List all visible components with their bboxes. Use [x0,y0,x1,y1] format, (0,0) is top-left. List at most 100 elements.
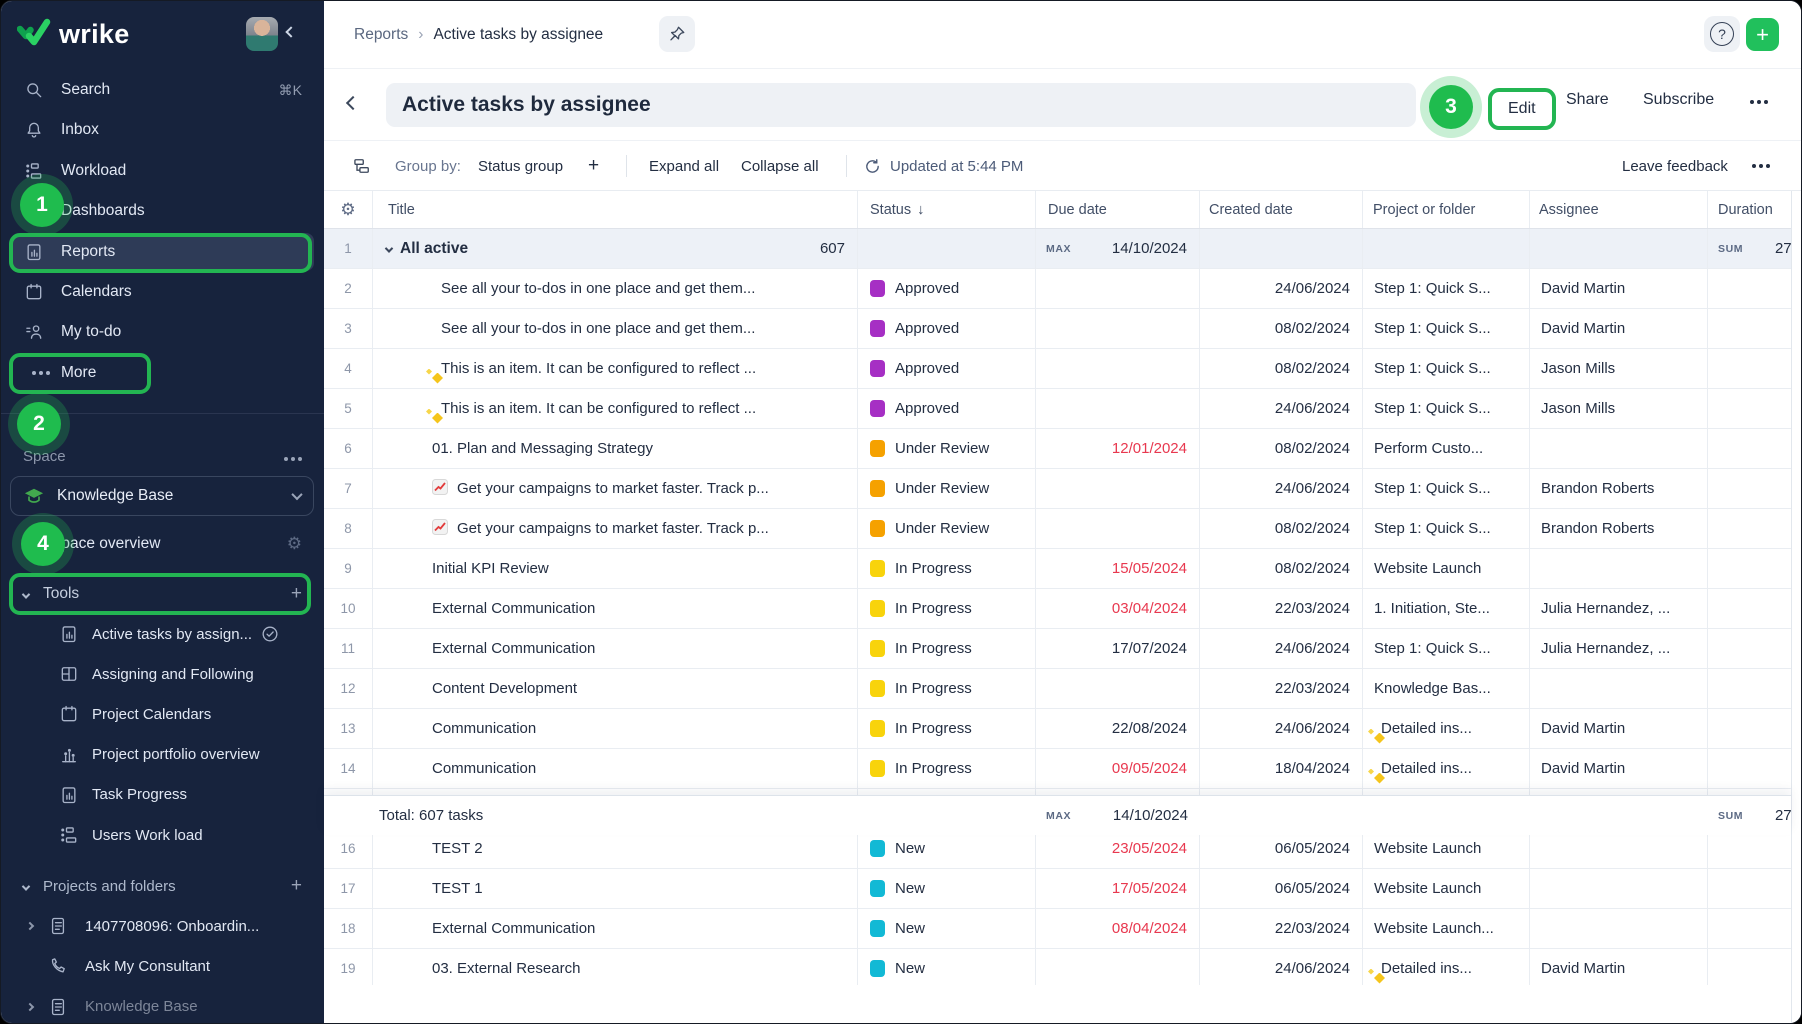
project-item-1407708096-onboardin-[interactable]: 1407708096: Onboardin... [11,907,314,945]
wrike-logo[interactable]: wrike [17,17,130,52]
project-cell: Step 1: Quick S... [1363,309,1530,348]
table-row[interactable]: 16TEST 2New23/05/202406/05/2024Website L… [324,829,1791,869]
help-button[interactable]: ? [1704,16,1740,52]
leave-feedback-button[interactable]: Leave feedback [1622,141,1728,191]
sidebar-collapse-icon[interactable] [287,23,295,41]
task-title: Communication [432,760,536,777]
table-row[interactable]: 1903. External ResearchNew24/06/2024Deta… [324,949,1791,985]
task-title: See all your to-dos in one place and get… [441,280,755,297]
table-row[interactable]: 13CommunicationIn Progress22/08/202424/0… [324,709,1791,749]
status-cell: In Progress [858,549,1036,588]
group-count: 607 [820,240,857,257]
sidebar-section-tools[interactable]: Tools + [11,575,314,613]
group-by-icon[interactable] [352,141,372,191]
tools-chevron-icon[interactable] [23,586,29,603]
sidebar-item-search[interactable]: Search⌘K [11,71,314,109]
table-row[interactable]: 17TEST 1New17/05/202406/05/2024Website L… [324,869,1791,909]
tool-item-users-work-load[interactable]: Users Work load [11,816,314,854]
table-row[interactable]: 5This is an item. It can be configured t… [324,389,1791,429]
due-date-cell [1036,389,1200,428]
total-tasks: Total: 607 tasks [324,796,858,835]
tool-item-project-portfolio-overview[interactable]: Project portfolio overview [11,736,314,774]
expand-chevron-icon[interactable] [27,923,47,929]
column-header-due-date[interactable]: Due date [1036,191,1200,228]
tool-item-project-calendars[interactable]: Project Calendars [11,695,314,733]
step-badge-3: 3 [1429,85,1473,129]
table-row[interactable]: 18External CommunicationNew08/04/202422/… [324,909,1791,949]
group-row-all-active[interactable]: 1 All active 607 MAX 14/10/2024 SUM 272 [324,229,1791,269]
projects-chevron-icon[interactable] [23,878,29,895]
group-by-value[interactable]: Status group [478,141,563,191]
toolbar-more-menu-icon[interactable] [1752,141,1756,191]
report-title-field[interactable]: Active tasks by assignee [386,83,1416,127]
sidebar-item-reports[interactable]: Reports [11,233,314,271]
tool-item-assigning-and-following[interactable]: Assigning and Following [11,655,314,693]
project-item-ask-my-consultant[interactable]: Ask My Consultant [11,947,314,985]
table-row[interactable]: 9Initial KPI ReviewIn Progress15/05/2024… [324,549,1791,589]
sidebar-item-my-to-do[interactable]: My to-do [11,313,314,351]
title-more-menu-icon[interactable] [1750,91,1754,109]
step-badge-4: 4 [21,522,65,566]
due-date-cell: 15/05/2024 [1036,549,1200,588]
user-avatar[interactable] [246,17,278,51]
table-row[interactable]: 7Get your campaigns to market faster. Tr… [324,469,1791,509]
status-chip [870,960,885,977]
table-row[interactable]: 11External CommunicationIn Progress17/07… [324,629,1791,669]
table-row[interactable]: 2See all your to-dos in one place and ge… [324,269,1791,309]
sidebar-item-more[interactable]: More [11,354,314,392]
share-button[interactable]: Share [1566,91,1609,109]
space-menu-icon[interactable] [284,448,302,465]
expand-all-button[interactable]: Expand all [649,141,719,191]
table-row[interactable]: 12Content DevelopmentIn Progress22/03/20… [324,669,1791,709]
max-label: MAX [1046,243,1071,255]
sidebar-item-label: More [61,364,96,382]
table-row[interactable]: 8Get your campaigns to market faster. Tr… [324,509,1791,549]
subscribe-button[interactable]: Subscribe [1643,91,1714,109]
sidebar-item-workload[interactable]: Workload [11,152,314,190]
create-new-button[interactable]: + [1746,18,1779,51]
project-item-knowledge-base[interactable]: Knowledge Base [11,988,314,1024]
breadcrumb-reports-link[interactable]: Reports [354,26,408,44]
sidebar-item-inbox[interactable]: Inbox [11,111,314,149]
tools-add-icon[interactable]: + [291,583,302,605]
duration-cell [1708,429,1791,468]
table-settings-gear-icon[interactable]: ⚙ [340,200,355,220]
created-date-cell: 22/03/2024 [1200,909,1363,948]
column-header-assignee[interactable]: Assignee [1530,191,1708,228]
report-title: Active tasks by assignee [402,93,651,117]
due-date-cell [1036,469,1200,508]
created-date-cell: 08/02/2024 [1200,349,1363,388]
column-header-duration[interactable]: Duration [1708,191,1791,228]
collapse-all-button[interactable]: Collapse all [741,141,819,191]
column-header-project[interactable]: Project or folder [1363,191,1530,228]
sidebar-item-calendars[interactable]: Calendars [11,273,314,311]
space-selector[interactable]: Knowledge Base [10,476,314,516]
back-chevron-icon[interactable] [348,95,358,113]
due-date-cell: 09/05/2024 [1036,749,1200,788]
sidebar-item-label: My to-do [61,323,121,341]
table-row[interactable]: 4This is an item. It can be configured t… [324,349,1791,389]
table-row[interactable]: 14CommunicationIn Progress09/05/202418/0… [324,749,1791,789]
space-chevron-icon[interactable] [293,487,301,505]
table-row[interactable]: 3See all your to-dos in one place and ge… [324,309,1791,349]
row-number: 19 [324,949,373,985]
tool-item-active-tasks-by-assign-[interactable]: Active tasks by assign... [11,615,314,653]
vertical-scrollbar[interactable] [1791,191,1802,1024]
expand-chevron-icon[interactable] [27,1004,47,1010]
column-header-created-date[interactable]: Created date [1200,191,1363,228]
table-row[interactable]: 601. Plan and Messaging StrategyUnder Re… [324,429,1791,469]
sidebar-section-projects[interactable]: Projects and folders + [11,867,314,905]
space-settings-gear-icon[interactable]: ⚙ [287,534,302,554]
projects-add-icon[interactable]: + [291,875,302,897]
refresh-status[interactable]: Updated at 5:44 PM [864,141,1023,191]
column-header-status[interactable]: Status↓ [858,191,1036,228]
project-label: Knowledge Bas... [1374,680,1491,697]
table-row[interactable]: 10External CommunicationIn Progress03/04… [324,589,1791,629]
add-grouping-icon[interactable]: + [588,141,599,191]
tool-item-task-progress[interactable]: Task Progress [11,776,314,814]
pin-icon[interactable] [659,16,695,52]
edit-button[interactable]: Edit [1488,88,1556,130]
row-number: 14 [324,749,373,788]
group-collapse-icon[interactable] [386,240,392,257]
column-header-title[interactable]: Title [373,191,858,228]
